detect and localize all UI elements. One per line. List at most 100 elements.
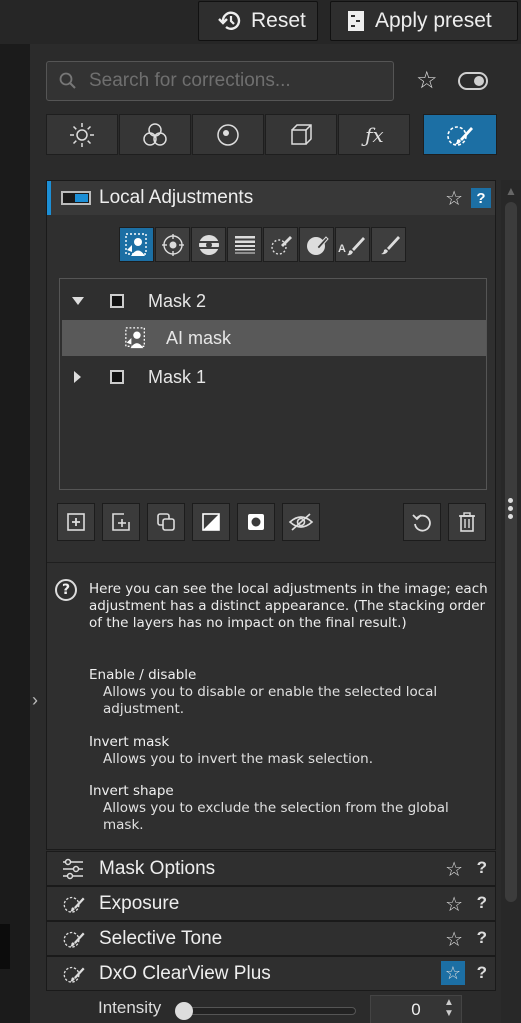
mask-row-mask-2[interactable]: Mask 2 [60,283,486,319]
add-mask-icon [112,513,130,531]
local-adjustments-toggle-icon[interactable] [61,191,91,205]
invert-shape-icon [248,514,264,530]
ai-mask-icon [125,327,145,349]
help-icon[interactable]: ? [477,858,487,878]
tab-light[interactable] [46,114,118,155]
invert-shape-button[interactable] [237,503,275,541]
invert-mask-button[interactable] [192,503,230,541]
mask-checkbox[interactable] [110,294,124,308]
star-icon[interactable]: ☆ [441,961,465,985]
local-brush-icon [61,892,87,916]
help-icon[interactable]: ? [477,963,487,983]
favorites-toggle[interactable] [458,72,488,90]
graduated-filter-tool[interactable] [227,227,262,262]
control-point-tool[interactable] [155,227,190,262]
history-icon [218,11,241,30]
intensity-slider[interactable] [175,1002,356,1020]
reset-label: Reset [251,9,306,32]
mask-row-mask-1[interactable]: Mask 1 [60,359,486,395]
divider [47,562,495,563]
collapse-arrow-icon[interactable] [72,297,84,305]
preset-icon [348,11,364,31]
undo-icon [412,514,431,532]
help-button[interactable]: ? [471,188,491,208]
mask-actions [57,503,327,541]
search-field[interactable] [46,61,394,101]
star-icon[interactable]: ☆ [445,857,463,882]
add-icon [67,513,85,531]
help-icon[interactable]: ? [477,893,487,913]
tab-local-adjustments[interactable] [423,114,497,155]
section-label: Selective Tone [99,927,223,949]
graduated-filter-icon [234,235,255,253]
sliders-icon [61,858,87,880]
favorites-star-icon[interactable]: ☆ [416,66,438,95]
apply-preset-button[interactable]: Apply preset [330,1,518,41]
scroll-up-icon[interactable]: ▲ [505,184,517,198]
help-item-invert-shape: Invert shape Allows you to exclude the s… [89,783,489,834]
local-adjustments-header[interactable]: Local Adjustments ☆ ? [47,181,495,215]
mask-label: Mask 1 [148,366,207,387]
tab-effects[interactable]: ƒx [338,114,410,155]
apply-preset-label: Apply preset [375,9,492,32]
star-icon[interactable]: ☆ [445,892,463,917]
invert-mask-icon [202,513,220,531]
mask-list: Mask 2 AI mask Mask 1 [59,278,487,490]
cube-icon [291,123,312,145]
section-label: DxO ClearView Plus [99,962,271,984]
a-brush-icon: A [338,236,365,255]
section-exposure[interactable]: Exposure ☆ ? [46,886,496,921]
help-item-title: Invert shape [89,783,174,799]
eraser-icon [270,235,292,255]
ai-mask-tool[interactable] [119,227,154,262]
section-clearview-plus[interactable]: DxO ClearView Plus ☆ ? [46,956,496,991]
star-icon[interactable]: ☆ [445,186,463,211]
left-panel-edge [0,924,10,969]
add-mask-button[interactable] [102,503,140,541]
tab-geometry[interactable] [265,114,337,155]
section-selective-tone[interactable]: Selective Tone ☆ ? [46,921,496,956]
stepper-icon[interactable]: ▲ ▼ [444,997,454,1019]
show-hide-mask-button[interactable] [282,503,320,541]
section-label: Mask Options [99,857,216,879]
section-mask-options[interactable]: Mask Options ☆ ? [46,851,496,886]
slider-knob[interactable] [175,1002,193,1020]
reset-button[interactable]: Reset [198,1,318,41]
mask-label: Mask 2 [148,290,207,311]
add-adjustment-button[interactable] [57,503,95,541]
svg-text:A: A [338,243,346,255]
scroll-thumb[interactable] [505,202,517,902]
reset-mask-button[interactable] [403,503,441,541]
delete-button[interactable] [448,503,486,541]
expand-arrow-icon[interactable] [74,371,81,383]
local-brush-icon [447,125,473,146]
search-input[interactable] [89,70,369,92]
visibility-icon [288,513,314,531]
mask-row-ai-mask[interactable]: AI mask [62,320,486,356]
mask-secondary-actions [403,503,493,541]
trash-icon [459,512,475,532]
local-adjustments-title: Local Adjustments [99,187,254,208]
lens-icon [217,123,239,146]
color-picker-tool[interactable] [263,227,298,262]
help-icon[interactable]: ? [477,928,487,948]
category-tabs: ƒx [46,114,498,155]
brush-tool[interactable] [371,227,406,262]
auto-brush-tool[interactable]: A [335,227,370,262]
more-options-icon[interactable] [508,498,513,519]
section-label: Exposure [99,892,180,914]
auto-mask-tool[interactable] [299,227,334,262]
top-toolbar: Reset Apply preset [0,0,521,44]
panel-scrollbar[interactable]: ▲ [501,180,521,1023]
tab-color[interactable] [119,114,191,155]
expand-left-panel-icon[interactable]: › [32,690,38,711]
mask-checkbox[interactable] [110,370,124,384]
tab-detail[interactable] [192,114,264,155]
duplicate-button[interactable] [147,503,185,541]
intensity-control: Intensity 0 ▲ ▼ [46,993,496,1023]
control-line-tool[interactable] [191,227,226,262]
star-icon[interactable]: ☆ [445,927,463,952]
help-item-title: Enable / disable [89,667,197,683]
help-item-desc: Allows you to disable or enable the sele… [103,684,438,717]
mask-label: AI mask [166,327,232,348]
